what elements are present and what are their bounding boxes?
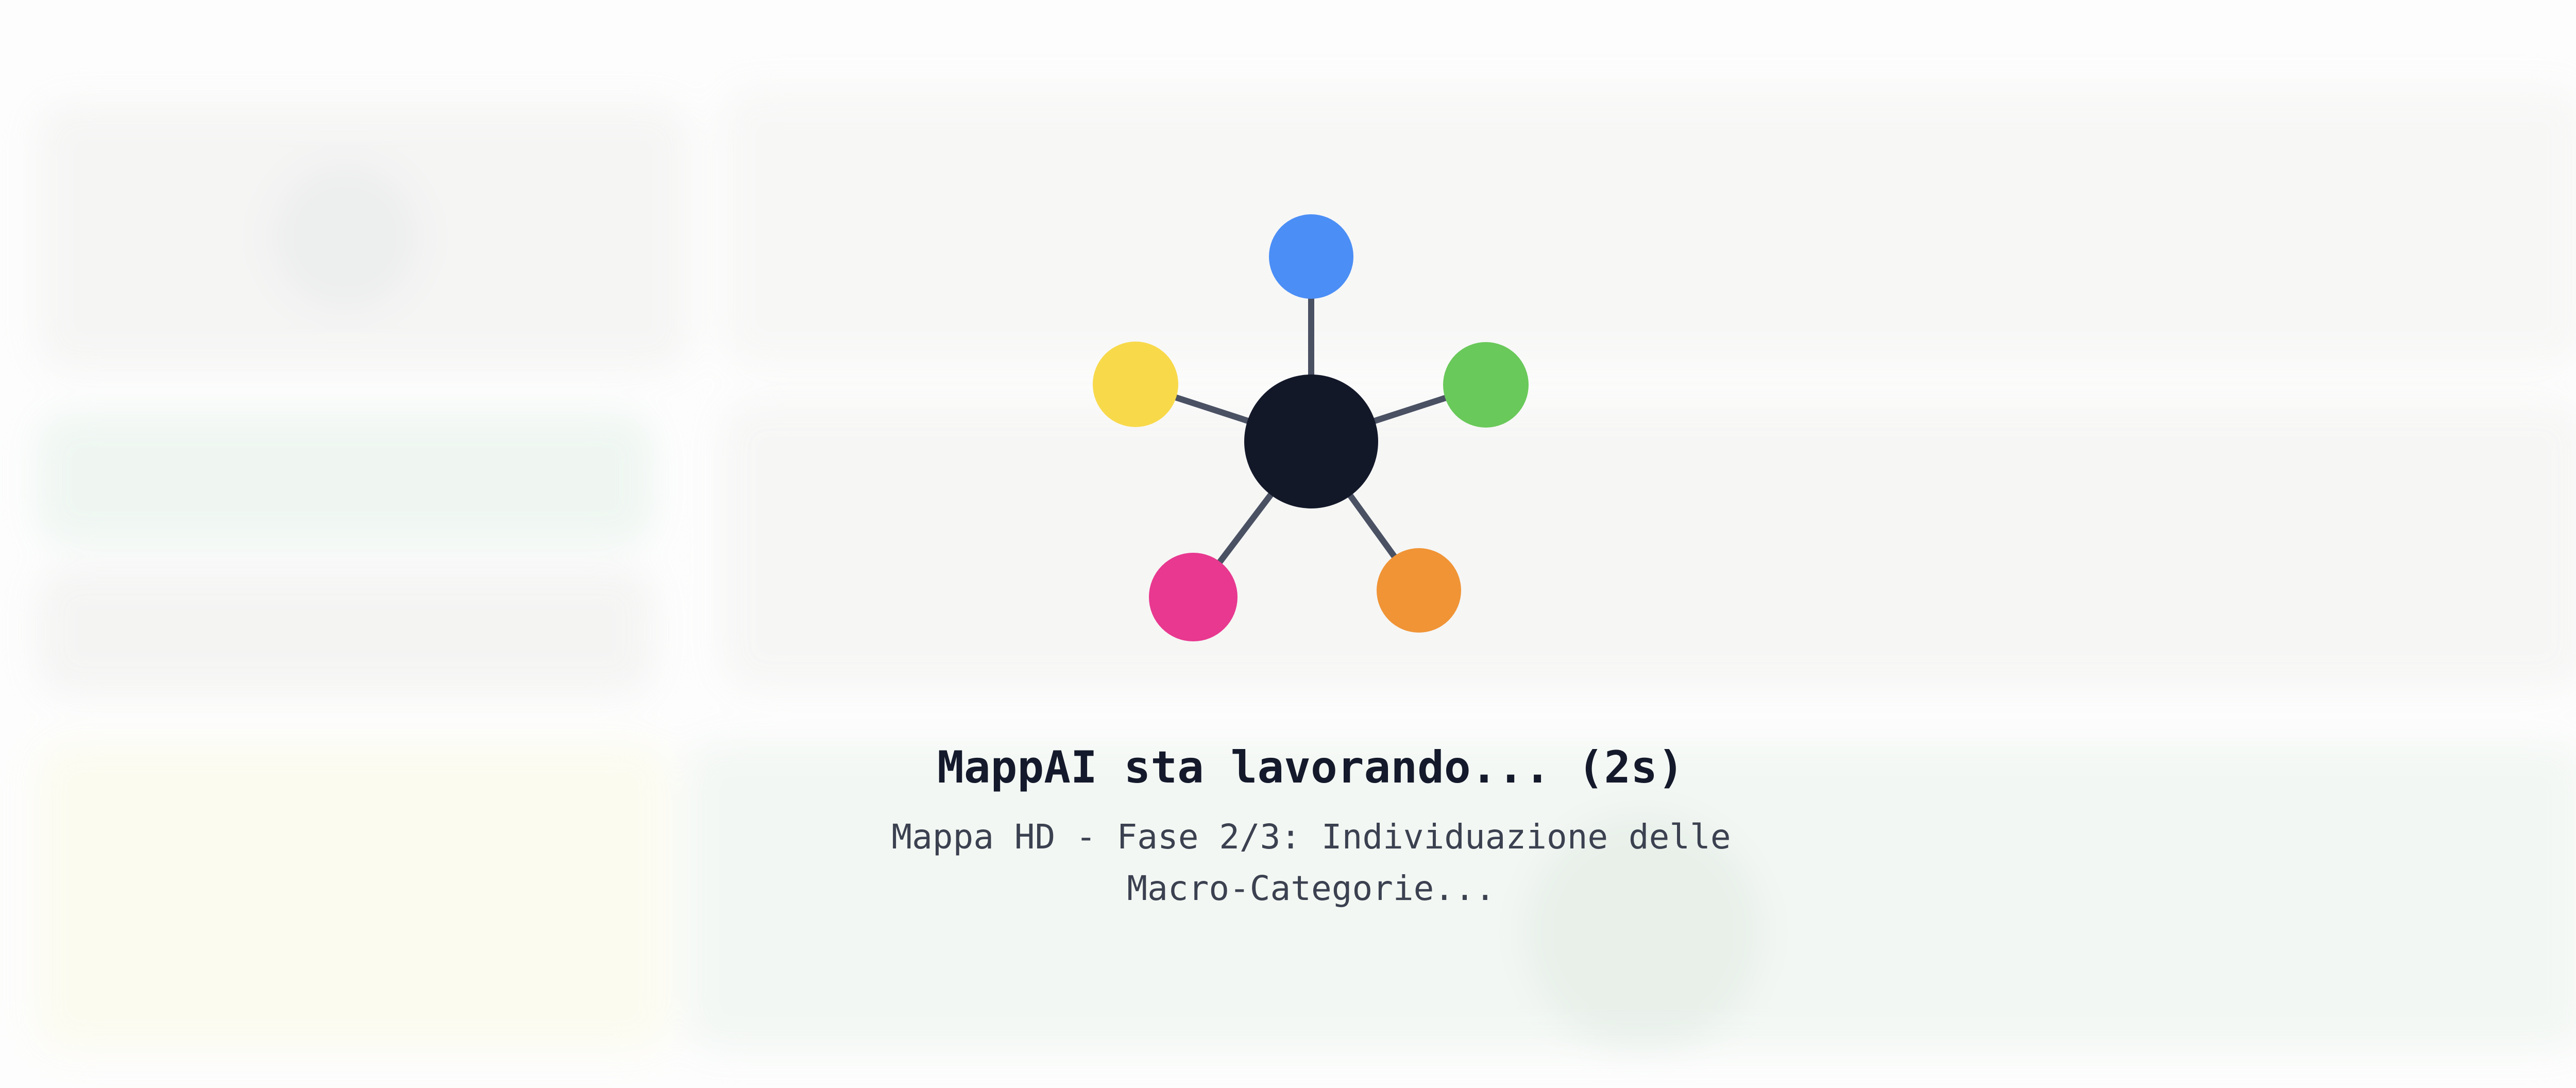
mind-map-loading-icon [1093, 214, 1529, 641]
green-node [1443, 342, 1529, 428]
loading-status-subtitle: Mappa HD - Fase 2/3: Individuazione dell… [891, 817, 1731, 908]
loading-status-title: MappAI sta lavorando... (2s) [937, 742, 1684, 793]
yellow-node [1093, 342, 1178, 427]
loading-overlay: MappAI sta lavorando... (2s) Mappa HD - … [0, 0, 2576, 1088]
pink-node [1149, 553, 1238, 641]
blue-node [1269, 214, 1353, 299]
center-node [1244, 375, 1378, 508]
orange-node [1377, 548, 1461, 633]
